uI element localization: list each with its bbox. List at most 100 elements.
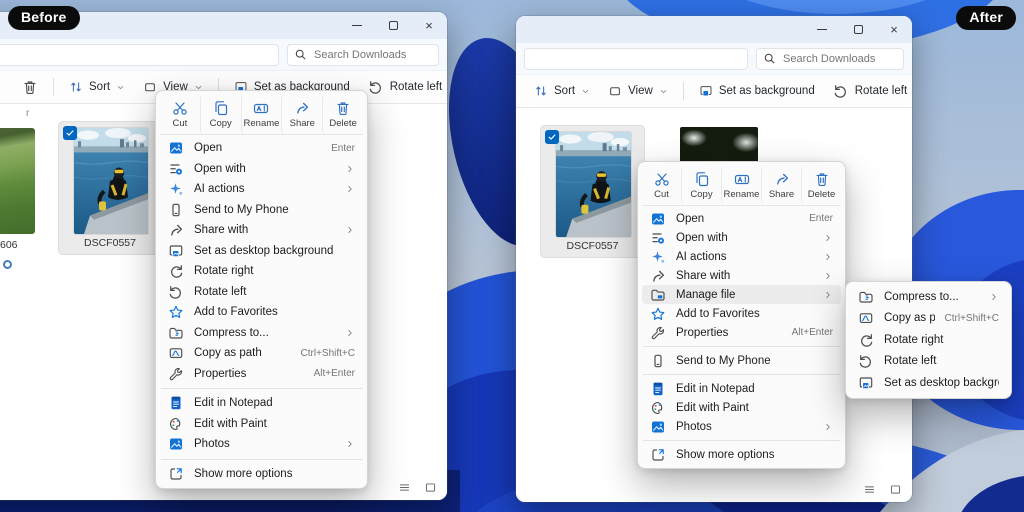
expand-icon	[650, 447, 666, 463]
menu-delete-button[interactable]: Delete	[801, 166, 841, 205]
address-bar[interactable]: ls	[0, 44, 279, 66]
menu-item-rotate-right[interactable]: Rotate right	[160, 261, 363, 282]
thumbnail-view-icon[interactable]	[424, 481, 437, 494]
menu-item-label: Open with	[194, 163, 335, 175]
menu-cut-button[interactable]: Cut	[160, 95, 200, 134]
address-bar[interactable]	[524, 48, 748, 70]
menu-item-share-with[interactable]: Share with	[642, 266, 841, 285]
menu-copy-button[interactable]: Copy	[681, 166, 721, 205]
chevron-right-icon	[345, 164, 355, 174]
rotate-left-icon	[833, 83, 849, 99]
menu-item-open-with[interactable]: Open with	[160, 159, 363, 180]
sort-icon	[534, 84, 548, 98]
menu-item-properties[interactable]: PropertiesAlt+Enter	[642, 323, 841, 342]
menu-item-photos[interactable]: Photos	[642, 417, 841, 436]
menu-share-button[interactable]: Share	[281, 95, 322, 134]
menu-item-manage-file[interactable]: Manage file	[642, 285, 841, 304]
maximize-icon[interactable]	[387, 20, 399, 32]
menu-item-show-more-options[interactable]: Show more options	[642, 445, 841, 464]
sort-icon	[69, 80, 83, 94]
menu-item-label: Rotate right	[884, 334, 999, 346]
wrench-icon	[650, 325, 666, 341]
cut-icon	[172, 100, 188, 116]
search-input[interactable]	[312, 48, 432, 62]
menu-item-ai-actions[interactable]: AI actions	[642, 247, 841, 266]
menu-item-show-more-options[interactable]: Show more options	[160, 464, 363, 485]
menu-item-send-to-my-phone[interactable]: Send to My Phone	[160, 200, 363, 221]
manage-file-submenu: Compress to...Copy as pathCtrl+Shift+C Ro…	[845, 281, 1012, 399]
menu-item-edit-with-paint[interactable]: Edit with Paint	[642, 398, 841, 417]
selected-checkbox-icon[interactable]	[545, 130, 559, 144]
view-icon	[143, 80, 157, 94]
menu-delete-button[interactable]: Delete	[322, 95, 363, 134]
menu-item-open[interactable]: OpenEnter	[160, 138, 363, 159]
delete-icon	[335, 100, 351, 116]
menu-rename-button[interactable]: Rename	[721, 166, 761, 205]
menu-item-add-to-favorites[interactable]: Add to Favorites	[642, 304, 841, 323]
list-view-icon[interactable]	[863, 483, 876, 496]
file-tile-dscf0557[interactable]: DSCF0557	[540, 125, 645, 258]
menu-item-add-to-favorites[interactable]: Add to Favorites	[160, 302, 363, 323]
maximize-icon[interactable]	[852, 24, 864, 36]
menu-cut-button[interactable]: Cut	[642, 166, 681, 205]
menu-item-ai-actions[interactable]: AI actions	[160, 179, 363, 200]
minimize-icon[interactable]	[351, 20, 363, 32]
menu-item-share-with[interactable]: Share with	[160, 220, 363, 241]
menu-item-open-with[interactable]: Open with	[642, 228, 841, 247]
file-label: DSCF0557	[541, 240, 644, 252]
menu-item-properties[interactable]: PropertiesAlt+Enter	[160, 364, 363, 385]
set-background-button[interactable]: Set as background	[691, 80, 823, 102]
thumbnail-golf-photo[interactable]	[0, 128, 35, 234]
cropped-text-fragment: r	[26, 108, 29, 119]
command-label: Cut	[173, 118, 188, 129]
selected-checkbox-icon[interactable]	[63, 126, 77, 140]
menu-item-send-to-my-phone[interactable]: Send to My Phone	[642, 351, 841, 370]
menu-item-set-as-desktop-background[interactable]: Set as desktop background	[160, 241, 363, 262]
rotate-left-button[interactable]: Rotate left	[360, 75, 447, 99]
close-icon[interactable]: ×	[423, 20, 435, 32]
submenu-item-copy-as-path[interactable]: Copy as pathCtrl+Shift+C	[850, 308, 1007, 330]
cut-icon	[654, 171, 670, 187]
delete-icon	[814, 171, 830, 187]
menu-share-button[interactable]: Share	[761, 166, 801, 205]
rotate-left-button[interactable]: Rotate left	[825, 79, 912, 103]
menu-item-label: Show more options	[194, 468, 355, 480]
menu-item-label: Open with	[676, 232, 813, 244]
file-label: DSCF0557	[59, 237, 161, 249]
menu-item-label: Copy as path	[194, 347, 291, 359]
menu-item-edit-in-notepad[interactable]: Edit in Notepad	[642, 379, 841, 398]
close-icon[interactable]: ×	[888, 24, 900, 36]
command-label: Copy	[690, 189, 712, 200]
sort-button[interactable]: Sort	[526, 80, 598, 102]
sort-button[interactable]: Sort	[61, 76, 133, 98]
menu-item-label: AI actions	[676, 251, 813, 263]
list-view-icon[interactable]	[398, 481, 411, 494]
minimize-icon[interactable]	[816, 24, 828, 36]
submenu-item-rotate-left[interactable]: Rotate left	[850, 351, 1007, 373]
menu-rename-button[interactable]: Rename	[241, 95, 282, 134]
search-input[interactable]	[781, 52, 897, 66]
menu-item-label: Edit in Notepad	[676, 383, 833, 395]
menu-copy-button[interactable]: Copy	[200, 95, 241, 134]
menu-item-copy-as-path[interactable]: Copy as pathCtrl+Shift+C	[160, 343, 363, 364]
open-with-icon	[168, 161, 184, 177]
menu-item-photos[interactable]: Photos	[160, 434, 363, 455]
file-tile-dscf0557[interactable]: DSCF0557	[58, 121, 162, 255]
menu-item-label: Share with	[194, 224, 335, 236]
menu-item-open[interactable]: OpenEnter	[642, 209, 841, 228]
submenu-item-set-as-desktop-background[interactable]: Set as desktop background	[850, 372, 1007, 394]
search-box[interactable]	[756, 48, 904, 70]
search-box[interactable]	[287, 44, 439, 66]
thumbnail-view-icon[interactable]	[889, 483, 902, 496]
submenu-item-compress-to[interactable]: Compress to...	[850, 286, 1007, 308]
view-button[interactable]: View	[600, 80, 676, 102]
menu-item-rotate-left[interactable]: Rotate left	[160, 282, 363, 303]
paint-icon	[650, 400, 666, 416]
menu-item-compress-to[interactable]: Compress to...	[160, 323, 363, 344]
after-badge: After	[956, 6, 1016, 30]
submenu-item-rotate-right[interactable]: Rotate right	[850, 329, 1007, 351]
titlebar[interactable]: ×	[516, 16, 912, 43]
menu-item-edit-in-notepad[interactable]: Edit in Notepad	[160, 393, 363, 414]
menu-item-edit-with-paint[interactable]: Edit with Paint	[160, 414, 363, 435]
delete-button[interactable]	[14, 75, 46, 99]
